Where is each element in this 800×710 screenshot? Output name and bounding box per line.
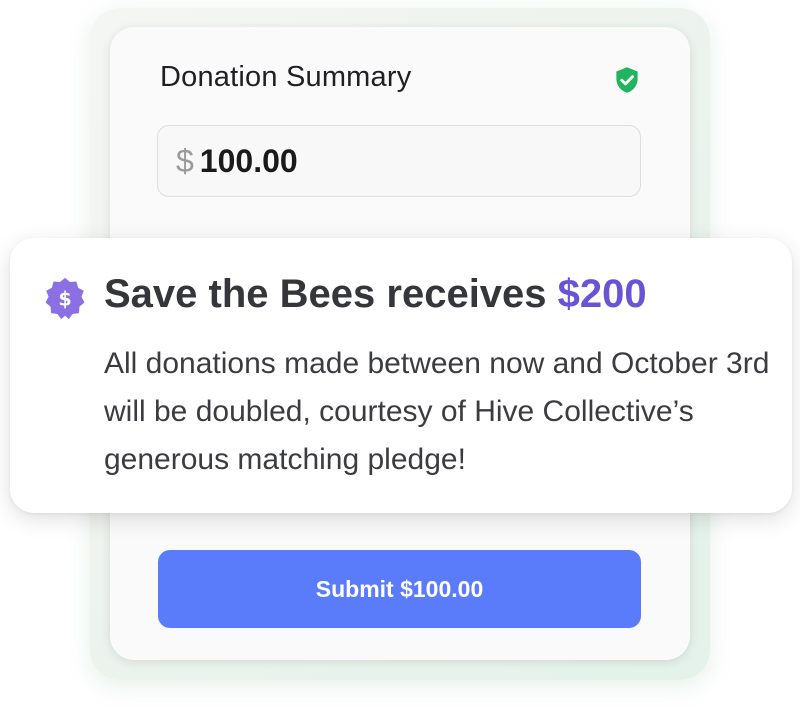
promo-heading: Save the Bees receives $200 — [104, 272, 647, 317]
amount-value: 100.00 — [199, 142, 298, 179]
svg-text:$: $ — [58, 288, 71, 311]
promo-heading-text: Save the Bees receives — [104, 272, 547, 316]
promo-description: All donations made between now and Octob… — [104, 347, 770, 476]
dollar-badge-icon: $ — [45, 277, 85, 320]
card-title: Donation Summary — [160, 61, 412, 93]
donation-amount-input[interactable]: $ 100.00 — [157, 125, 641, 197]
promo-matched-amount: $200 — [557, 272, 647, 316]
stage: Donation Summary $ 100.00 Submit $100.00… — [0, 0, 800, 710]
matching-pledge-banner: $ Save the Bees receives $200 All donati… — [10, 238, 792, 513]
currency-symbol: $ — [176, 142, 194, 179]
shield-check-icon — [616, 67, 638, 93]
submit-donation-button[interactable]: Submit $100.00 — [158, 550, 641, 628]
